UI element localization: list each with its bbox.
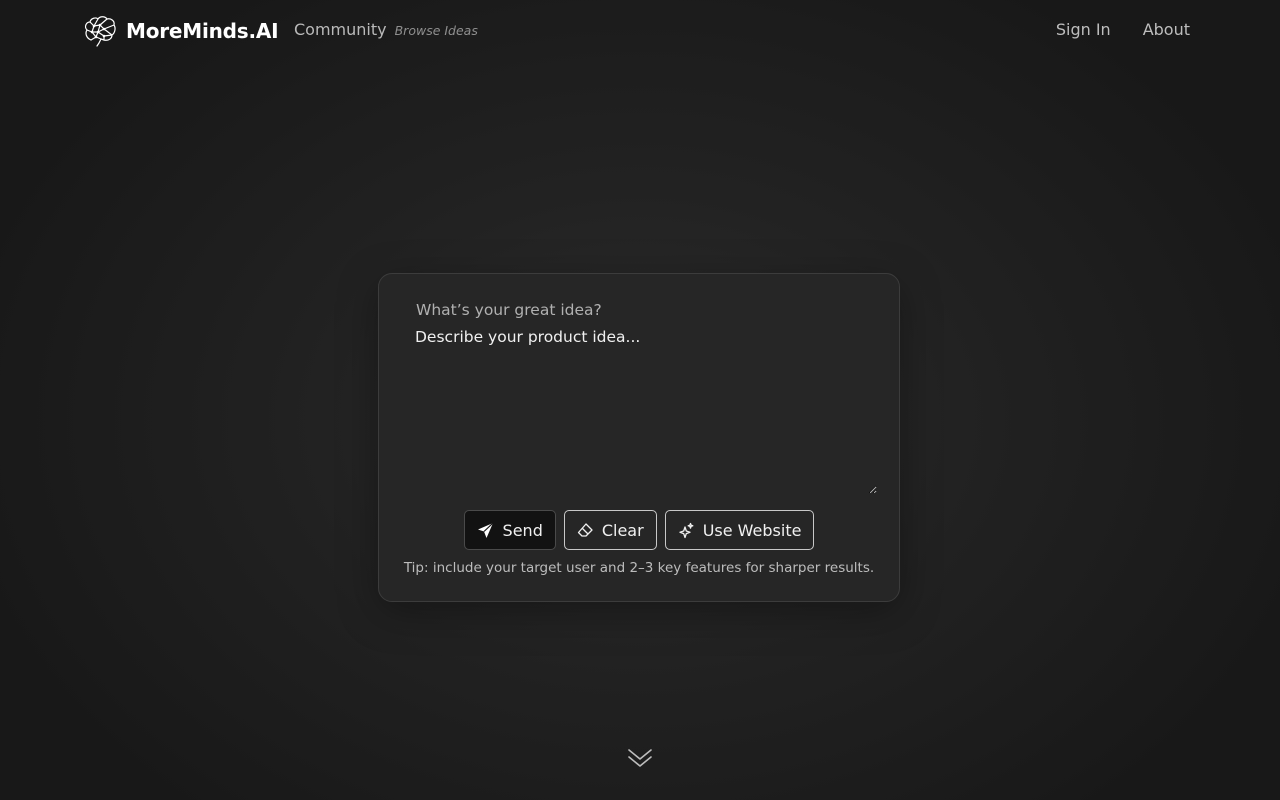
clear-button-label: Clear bbox=[601, 520, 644, 540]
brain-icon bbox=[84, 16, 116, 47]
use-website-button[interactable]: Use Website bbox=[664, 510, 815, 550]
idea-input[interactable] bbox=[415, 328, 877, 494]
brand-name[interactable]: MoreMinds.AI bbox=[126, 19, 279, 43]
sparkle-icon bbox=[679, 522, 694, 538]
double-chevron-down-icon bbox=[628, 749, 652, 767]
sign-in-link[interactable]: Sign In bbox=[1056, 20, 1111, 39]
eraser-icon bbox=[577, 523, 593, 537]
community-link[interactable]: Community Browse Ideas bbox=[294, 20, 478, 39]
idea-question-label: What’s your great idea? bbox=[416, 301, 602, 319]
use-website-button-label: Use Website bbox=[702, 520, 802, 540]
send-button-label: Send bbox=[502, 520, 543, 540]
brand-logo[interactable]: MoreMinds.AI bbox=[83, 14, 279, 48]
about-link[interactable]: About bbox=[1143, 20, 1190, 39]
top-navbar: MoreMinds.AI Community Browse Ideas Sign… bbox=[0, 0, 1280, 62]
nav-right: Sign In About bbox=[1024, 20, 1190, 39]
community-sublabel[interactable]: Browse Ideas bbox=[395, 23, 478, 38]
composer-actions: Send Clear Use Website bbox=[379, 510, 899, 550]
scroll-down-button[interactable] bbox=[627, 746, 653, 772]
tip-text: Tip: include your target user and 2–3 ke… bbox=[403, 560, 875, 576]
send-button[interactable]: Send bbox=[463, 510, 556, 550]
idea-composer-card: What’s your great idea? Send Clear bbox=[378, 273, 900, 602]
clear-button[interactable]: Clear bbox=[563, 510, 657, 550]
send-icon bbox=[477, 522, 493, 538]
community-label[interactable]: Community bbox=[294, 20, 387, 39]
